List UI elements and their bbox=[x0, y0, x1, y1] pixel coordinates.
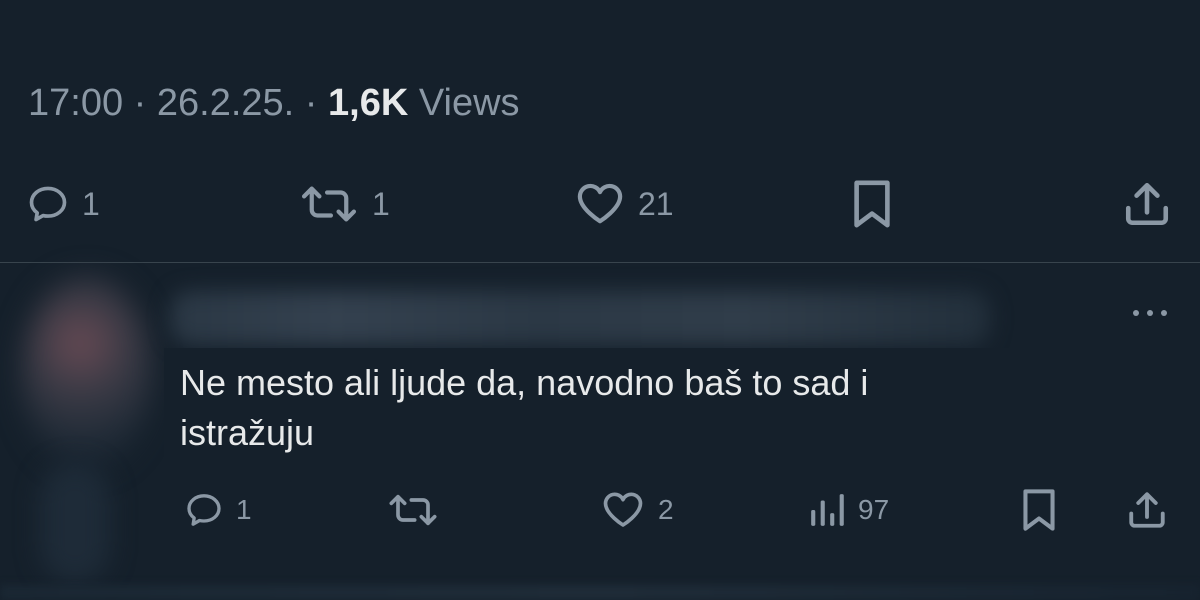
reply-count: 1 bbox=[82, 185, 100, 222]
more-horizontal-icon[interactable] bbox=[1128, 303, 1172, 328]
like-count: 2 bbox=[658, 494, 674, 525]
like-count: 21 bbox=[638, 185, 674, 222]
share-icon bbox=[1126, 489, 1168, 531]
views-count: 1,6K bbox=[328, 82, 409, 124]
meta-separator: · bbox=[133, 82, 147, 124]
heart-icon bbox=[574, 181, 626, 227]
bar-chart-icon bbox=[808, 490, 846, 530]
retweet-icon bbox=[386, 490, 440, 530]
reply-text-line: istražuju bbox=[180, 412, 315, 453]
reply-retweet-button[interactable] bbox=[386, 486, 440, 534]
like-button[interactable]: 21 bbox=[574, 176, 674, 232]
reply-share-button[interactable] bbox=[1126, 486, 1168, 534]
reply-thread-line bbox=[40, 463, 110, 583]
reply-text: Ne mesto ali ljude da, navodno baš to sa… bbox=[164, 348, 1018, 470]
bookmark-button[interactable] bbox=[850, 176, 894, 232]
meta-separator: · bbox=[304, 82, 318, 124]
tweet-date: 26.2.25. bbox=[156, 82, 295, 124]
tweet-time: 17:00 bbox=[28, 82, 124, 124]
reply-tweet[interactable]: Ne mesto ali ljude da, navodno baš to sa… bbox=[0, 263, 1200, 593]
reply-text-line: Ne mesto ali ljude da, navodno baš to sa… bbox=[180, 362, 869, 403]
tweet-meta: 17:00 · 26.2.25. · 1,6K Views bbox=[28, 82, 520, 125]
reply-views-button[interactable]: 97 bbox=[808, 486, 889, 534]
retweet-icon bbox=[298, 181, 360, 227]
bookmark-icon bbox=[1020, 488, 1058, 532]
reply-icon bbox=[26, 182, 70, 226]
reply-reply-button[interactable]: 1 bbox=[184, 486, 252, 534]
blurred-username[interactable] bbox=[170, 291, 990, 345]
share-icon bbox=[1122, 179, 1172, 229]
views-count: 97 bbox=[858, 494, 890, 525]
reply-like-button[interactable]: 2 bbox=[600, 486, 674, 534]
bookmark-icon bbox=[850, 179, 894, 229]
reply-icon bbox=[184, 490, 224, 530]
next-tweet-blurred bbox=[0, 585, 1200, 600]
retweet-button[interactable]: 1 bbox=[298, 176, 390, 232]
heart-icon bbox=[600, 490, 646, 530]
share-button[interactable] bbox=[1122, 176, 1172, 232]
reply-count: 1 bbox=[236, 494, 252, 525]
retweet-count: 1 bbox=[372, 185, 390, 222]
views-label: Views bbox=[418, 82, 520, 124]
reply-button[interactable]: 1 bbox=[26, 176, 100, 232]
avatar[interactable] bbox=[22, 277, 152, 467]
reply-bookmark-button[interactable] bbox=[1020, 486, 1058, 534]
